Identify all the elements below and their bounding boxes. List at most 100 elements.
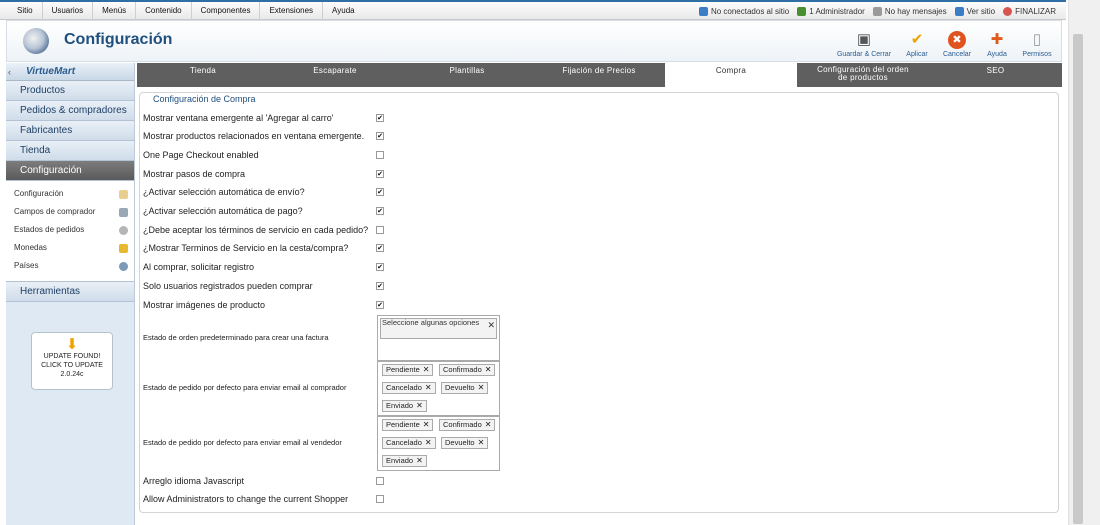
invoice-placeholder: Seleccione algunas opciones bbox=[382, 318, 480, 327]
menu-contenido[interactable]: Contenido bbox=[136, 2, 192, 20]
section-title: Configuración de Compra bbox=[149, 94, 260, 104]
save-close-button[interactable]: ▣ Guardar & Cerrar bbox=[833, 24, 895, 60]
messages-link[interactable]: No hay mensajes bbox=[872, 6, 947, 16]
tab-orden-productos[interactable]: Configuración del orden de productos bbox=[797, 63, 929, 87]
sidebar-item-configuracion[interactable]: Configuración bbox=[6, 161, 134, 181]
scrollbar-thumb[interactable] bbox=[1073, 34, 1083, 524]
remove-tag-icon[interactable]: ✕ bbox=[423, 365, 430, 374]
toolbar: ▣ Guardar & Cerrar ✔ Aplicar ✖ Cancelar ✚ Ay… bbox=[833, 24, 1055, 60]
tag-devuelto[interactable]: Devuelto ✕ bbox=[441, 382, 489, 394]
check-icon: ✔ bbox=[910, 31, 924, 48]
tab-escaparate[interactable]: Escaparate bbox=[269, 63, 401, 87]
tab-compra[interactable]: Compra bbox=[665, 63, 797, 87]
remove-tag-icon[interactable]: ✕ bbox=[485, 365, 492, 374]
option-checkbox-show-tos[interactable]: ✔ bbox=[376, 244, 384, 252]
apply-button[interactable]: ✔ Aplicar bbox=[899, 24, 935, 60]
admins-link[interactable]: 1 Administrador bbox=[797, 6, 865, 16]
collapse-arrow-icon[interactable]: ‹ bbox=[8, 67, 11, 77]
menu-sitio[interactable]: Sitio bbox=[8, 2, 43, 20]
top-menu-bar: Sitio Usuarios Menús Contenido Component… bbox=[0, 0, 1066, 20]
tag-cancelado[interactable]: Cancelado ✕ bbox=[382, 437, 436, 449]
save-icon: ▣ bbox=[856, 31, 872, 48]
update-button[interactable]: ⬇ UPDATE FOUND! CLICK TO UPDATE 2.0.24c bbox=[31, 332, 113, 390]
sidebar-item-tienda[interactable]: Tienda bbox=[6, 141, 134, 161]
tag-pendiente[interactable]: Pendiente ✕ bbox=[382, 364, 434, 376]
page-header: Configuración ▣ Guardar & Cerrar ✔ Aplicar… bbox=[6, 20, 1062, 62]
tab-fijacion-precios[interactable]: Fijación de Precios bbox=[533, 63, 665, 87]
menu-componentes[interactable]: Componentes bbox=[192, 2, 261, 20]
option-checkbox-ask-registration[interactable]: ✔ bbox=[376, 263, 384, 271]
remove-tag-icon[interactable]: ✕ bbox=[425, 438, 432, 447]
sidebar-subnav: Configuración Campos de comprador Estado… bbox=[6, 181, 134, 282]
logout-link[interactable]: FINALIZAR bbox=[1003, 6, 1056, 16]
help-icon: ✚ bbox=[990, 31, 1004, 48]
option-checkbox-one-page-checkout[interactable] bbox=[376, 151, 384, 159]
menu-extensiones[interactable]: Extensiones bbox=[260, 2, 324, 20]
configuration-logo-icon bbox=[23, 28, 49, 54]
remove-tag-icon[interactable]: ✕ bbox=[478, 383, 485, 392]
form-icon bbox=[119, 207, 128, 217]
tab-plantillas[interactable]: Plantillas bbox=[401, 63, 533, 87]
option-label: Mostrar imágenes de producto bbox=[143, 300, 266, 310]
sidebar-item-productos[interactable]: Productos bbox=[6, 81, 134, 101]
remove-tag-icon[interactable]: ✕ bbox=[478, 438, 485, 447]
cancel-button[interactable]: ✖ Cancelar bbox=[939, 24, 975, 60]
option-label: Solo usuarios registrados pueden comprar bbox=[143, 281, 313, 291]
remove-tag-icon[interactable]: ✕ bbox=[416, 456, 423, 465]
remove-tag-icon[interactable]: ✕ bbox=[425, 383, 432, 392]
option-checkbox-registered-only[interactable]: ✔ bbox=[376, 282, 384, 290]
monitor-icon bbox=[954, 6, 964, 16]
option-checkbox-auto-payment[interactable]: ✔ bbox=[376, 207, 384, 215]
option-checkbox-related-popup[interactable]: ✔ bbox=[376, 132, 384, 140]
tag-enviado[interactable]: Enviado ✕ bbox=[382, 400, 427, 412]
sidebar-item-herramientas[interactable]: Herramientas bbox=[6, 282, 134, 302]
menu-menus[interactable]: Menús bbox=[93, 2, 137, 20]
tab-seo[interactable]: SEO bbox=[929, 63, 1062, 87]
page-scrollbar[interactable] bbox=[1068, 0, 1100, 525]
coins-icon bbox=[119, 243, 128, 253]
sidebar: ‹ VirtueMart Productos Pedidos & comprad… bbox=[6, 63, 135, 525]
view-site-link[interactable]: Ver sitio bbox=[954, 6, 995, 16]
tab-bar: Tienda Escaparate Plantillas Fijación de… bbox=[137, 63, 1062, 87]
option-checkbox-checkout-steps[interactable]: ✔ bbox=[376, 170, 384, 178]
remove-tag-icon[interactable]: ✕ bbox=[416, 401, 423, 410]
option-checkbox-popup-cart[interactable]: ✔ bbox=[376, 114, 384, 122]
tab-tienda[interactable]: Tienda bbox=[137, 63, 269, 87]
option-checkbox-product-images[interactable]: ✔ bbox=[376, 301, 384, 309]
page-title: Configuración bbox=[64, 31, 173, 48]
tag-confirmado[interactable]: Confirmado ✕ bbox=[439, 364, 496, 376]
remove-tag-icon[interactable]: ✕ bbox=[423, 420, 430, 429]
subnav-monedas[interactable]: Monedas bbox=[6, 239, 134, 257]
sidebar-item-fabricantes[interactable]: Fabricantes bbox=[6, 121, 134, 141]
option-label: Mostrar ventana emergente al 'Agregar al… bbox=[143, 113, 334, 123]
subnav-campos-comprador[interactable]: Campos de comprador bbox=[6, 203, 134, 221]
tag-cancelado[interactable]: Cancelado ✕ bbox=[382, 382, 436, 394]
help-button[interactable]: ✚ Ayuda bbox=[979, 24, 1015, 60]
option-checkbox-accept-tos[interactable] bbox=[376, 226, 384, 234]
invoice-status-select[interactable]: Seleccione algunas opciones ✕ bbox=[377, 315, 500, 361]
email-shopper-label: Estado de pedido por defecto para enviar… bbox=[143, 383, 347, 392]
tag-pendiente[interactable]: Pendiente ✕ bbox=[382, 419, 434, 431]
subnav-configuracion[interactable]: Configuración bbox=[6, 185, 134, 203]
menu-ayuda[interactable]: Ayuda bbox=[323, 2, 364, 20]
globe-icon bbox=[119, 261, 128, 271]
remove-tag-icon[interactable]: ✕ bbox=[485, 420, 492, 429]
subnav-paises[interactable]: Países bbox=[6, 257, 134, 275]
menu-usuarios[interactable]: Usuarios bbox=[43, 2, 94, 20]
subnav-estados-pedidos[interactable]: Estados de pedidos bbox=[6, 221, 134, 239]
option-checkbox-admin-change-shopper[interactable] bbox=[376, 495, 384, 503]
option-checkbox-js-language-fix[interactable] bbox=[376, 477, 384, 485]
close-icon[interactable]: ✕ bbox=[487, 320, 495, 331]
option-checkbox-auto-shipment[interactable]: ✔ bbox=[376, 188, 384, 196]
email-shopper-select[interactable]: Pendiente ✕ Confirmado ✕ Cancelado ✕ Devuel… bbox=[377, 361, 500, 416]
email-vendor-select[interactable]: Pendiente ✕ Confirmado ✕ Cancelado ✕ Devuel… bbox=[377, 416, 500, 471]
permissions-button[interactable]: ▯ Permisos bbox=[1019, 24, 1055, 60]
visitors-link[interactable]: No conectados al sitio bbox=[698, 6, 789, 16]
option-label: Allow Administrators to change the curre… bbox=[143, 494, 349, 504]
sidebar-item-pedidos[interactable]: Pedidos & compradores bbox=[6, 101, 134, 121]
tag-confirmado[interactable]: Confirmado ✕ bbox=[439, 419, 496, 431]
tag-devuelto[interactable]: Devuelto ✕ bbox=[441, 437, 489, 449]
option-label: ¿Activar selección automática de pago? bbox=[143, 206, 303, 216]
top-status-links: No conectados al sitio 1 Administrador N… bbox=[698, 2, 1056, 20]
tag-enviado[interactable]: Enviado ✕ bbox=[382, 455, 427, 467]
